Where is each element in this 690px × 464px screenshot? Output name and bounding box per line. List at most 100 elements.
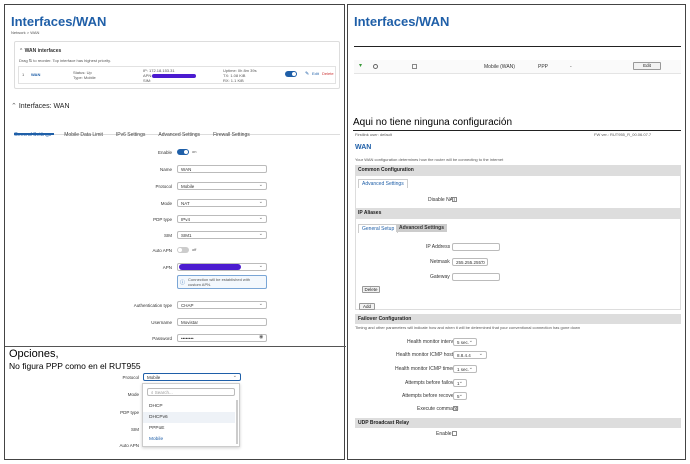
- topbar-user: Firstlink user: default: [355, 132, 392, 137]
- row-protocol: PPP: [538, 64, 549, 70]
- sim-label: SIM: [163, 233, 172, 238]
- active-tab-underline: [14, 133, 54, 135]
- right-annotation-rule: [353, 130, 681, 131]
- search-icon: ⌕: [151, 390, 154, 395]
- password-input[interactable]: ••••••••: [177, 334, 267, 342]
- right-page-title: Interfaces/WAN: [354, 14, 450, 29]
- wan-rx: RX: 1.1 KiB: [223, 78, 244, 83]
- dd-pdp-label: PDP type: [120, 410, 139, 415]
- dropdown-options: DHCP DHCPv6 PPPoE Mobile: [143, 401, 235, 445]
- pdp-label: PDP type: [153, 217, 172, 222]
- name-input[interactable]: WAN: [177, 165, 267, 173]
- gateway-input[interactable]: [452, 273, 500, 281]
- wan-row[interactable]: 1 WAN Status: Up Type: Mobile IP: 172.18…: [18, 66, 336, 84]
- dd-autoapn-label: Auto APN: [119, 443, 139, 448]
- annotation-subtitle: No figura PPP como en el RUT955: [9, 361, 141, 371]
- enable-state: on: [192, 149, 197, 154]
- wan-type: Type: Mobile: [73, 75, 96, 80]
- health-interval-select[interactable]: 5 sec.: [453, 338, 477, 346]
- dropdown-scrollbar[interactable]: [236, 400, 238, 444]
- apn-info-box: ⓘ Connection will be established with cu…: [177, 275, 267, 289]
- attempts-recovery-select[interactable]: 5: [453, 392, 467, 400]
- general-form: Enable on Name WAN Protocol Mobile Mode …: [5, 145, 346, 345]
- right-panel: Interfaces/WAN ▾ Mobile (WAN) PPP - Edit…: [347, 4, 686, 460]
- wan-enable-toggle[interactable]: [285, 71, 297, 77]
- general-setup-tab[interactable]: General Setup: [358, 224, 399, 233]
- dropdown-option[interactable]: DHCPv6: [143, 412, 235, 423]
- udp-enable-checkbox[interactable]: [452, 431, 457, 436]
- attempts-failover-label: Attempts before failover: [405, 380, 458, 386]
- settings-tabs: General Settings Mobile Data Limit IPv6 Se…: [14, 123, 340, 138]
- wan-interfaces-box: ⌃ WAN interfaces Drag ⇅ to reorder. Top …: [14, 41, 340, 89]
- sim-select[interactable]: SIM1: [177, 231, 267, 239]
- delete-alias-button[interactable]: Delete: [362, 286, 380, 293]
- username-input[interactable]: Movistar: [177, 318, 267, 326]
- wan-name: WAN: [31, 72, 41, 77]
- gateway-label: Gateway: [430, 274, 450, 280]
- wan-sim: SIM:: [143, 78, 152, 83]
- wan-edit-link[interactable]: Edit: [312, 71, 319, 77]
- right-annotation: Aqui no tiene ninguna configuración: [353, 117, 513, 128]
- dd-mode-label: Mode: [127, 392, 139, 397]
- advanced-settings-tab-2[interactable]: Advanced Settings: [396, 224, 448, 232]
- apn-label: APN: [162, 265, 172, 270]
- user-label: Username: [151, 320, 172, 325]
- attempts-failover-select[interactable]: 1: [453, 379, 467, 387]
- autoapn-state: off: [192, 247, 197, 252]
- mode-select[interactable]: NAT: [177, 199, 267, 207]
- ip-address-input[interactable]: [452, 243, 500, 251]
- auth-select[interactable]: CHAP: [177, 301, 267, 309]
- iface-title: ⌃ Interfaces: WAN: [11, 103, 70, 110]
- netmask-label: Netmask: [430, 259, 450, 265]
- common-config-header: Common Configuration: [355, 165, 681, 175]
- icmp-timeout-select[interactable]: 1 sec.: [453, 365, 477, 373]
- row-checkbox[interactable]: [412, 64, 417, 69]
- name-label: Name: [159, 167, 172, 172]
- rut955-wan-row[interactable]: ▾ Mobile (WAN) PPP - Edit: [354, 60, 681, 74]
- row-edit-button[interactable]: Edit: [633, 62, 661, 70]
- tab-3[interactable]: Advanced Settings: [158, 132, 200, 138]
- failover-form: Health monitor interval 5 sec. Health mo…: [355, 335, 681, 415]
- wan-delete-link[interactable]: Delete: [322, 71, 334, 77]
- chevron-up-icon[interactable]: ⌃: [19, 48, 23, 54]
- ip-aliases-box: General Setup Advanced Settings IP Addre…: [355, 218, 681, 310]
- advanced-settings-tab[interactable]: Advanced Settings: [358, 179, 408, 188]
- pass-label: Password: [152, 336, 172, 341]
- pdp-select[interactable]: IPv4: [177, 215, 267, 223]
- protocol-dropdown-menu: ⌕ Search... DHCP DHCPv6 PPPoE Mobile: [142, 383, 240, 447]
- execute-command-checkbox[interactable]: [453, 406, 458, 411]
- icmp-host-label: Health monitor ICMP host(s): [396, 352, 459, 358]
- tab-2[interactable]: IPv6 Settings: [116, 132, 145, 138]
- radio-button[interactable]: [373, 64, 378, 69]
- breadcrumb[interactable]: Network > WAN: [11, 30, 39, 36]
- udp-relay-header: UDP Broadcast Relay: [355, 418, 681, 428]
- netmask-select[interactable]: 255.255.255.0: [452, 258, 488, 266]
- dropdown-option[interactable]: PPPoE: [143, 423, 235, 434]
- protocol-select[interactable]: Mobile: [177, 182, 267, 190]
- eye-icon[interactable]: ◉: [259, 334, 263, 340]
- tab-4[interactable]: Firewall Settings: [213, 132, 250, 138]
- left-panel: Interfaces/WAN Network > WAN ⌃ WAN inter…: [4, 4, 346, 460]
- dd-protocol-select[interactable]: Mobile: [143, 373, 241, 381]
- dd-sim-label: SIM: [130, 427, 139, 432]
- chevron-up-icon[interactable]: ⌃: [11, 103, 17, 110]
- enable-label: Enable: [157, 150, 172, 155]
- wan-section-hint: Drag ⇅ to reorder. Top interface has hig…: [19, 58, 111, 63]
- disable-nat-checkbox[interactable]: [452, 197, 457, 202]
- health-interval-label: Health monitor interval: [407, 339, 458, 345]
- common-config-box: Advanced Settings Disable NAT: [355, 175, 681, 209]
- dropdown-option[interactable]: DHCP: [143, 401, 235, 412]
- right-title-rule: [354, 46, 681, 47]
- dropdown-option[interactable]: Mobile: [143, 434, 235, 445]
- add-alias-button[interactable]: Add: [359, 303, 375, 310]
- apn-redaction-bar: [152, 74, 196, 78]
- pencil-icon[interactable]: ✎: [305, 71, 309, 77]
- icmp-host-select[interactable]: 8.8.4.4: [453, 351, 487, 359]
- row-name: Mobile (WAN): [484, 64, 515, 70]
- autoapn-toggle[interactable]: [177, 247, 189, 253]
- autoapn-label: Auto APN: [152, 248, 172, 253]
- enable-toggle[interactable]: [177, 149, 189, 155]
- row-dash: -: [570, 64, 572, 70]
- dropdown-search-input[interactable]: ⌕ Search...: [147, 388, 235, 396]
- tab-1[interactable]: Mobile Data Limit: [64, 132, 103, 138]
